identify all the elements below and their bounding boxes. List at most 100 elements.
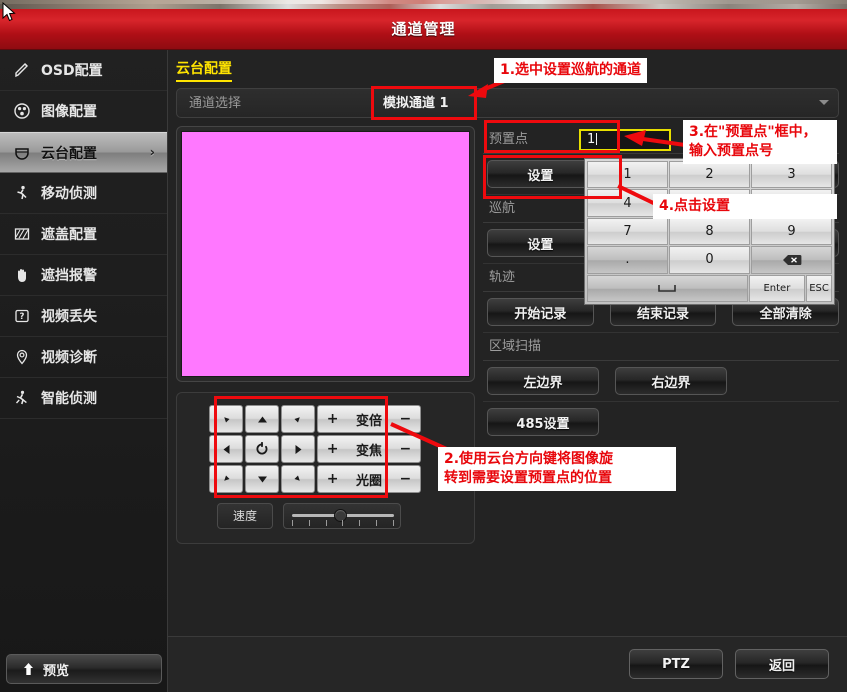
numeric-keypad-overlay[interactable]: 1 2 3 4 5 6 7 8 9 . 0 Enter ESC: [584, 158, 835, 305]
keypad-key-2[interactable]: 2: [669, 161, 750, 189]
left-boundary-button[interactable]: 左边界: [487, 367, 599, 395]
preset-set-button[interactable]: 设置: [487, 160, 594, 188]
ptz-arrow-down-right-button[interactable]: [281, 465, 315, 493]
ptz-icon: [12, 143, 32, 163]
sidebar-item-label: 视频丢失: [41, 309, 97, 325]
sidebar-item-image[interactable]: 图像配置: [0, 91, 167, 132]
keypad-key-7[interactable]: 7: [587, 217, 668, 246]
back-button[interactable]: 返回: [735, 649, 829, 679]
iris-plus-button[interactable]: +: [327, 471, 339, 487]
speed-slider-ticks: [292, 520, 394, 527]
page-title: 云台配置: [176, 58, 232, 82]
window-title: 通道管理: [391, 20, 456, 38]
zoom-plus-button[interactable]: +: [327, 411, 339, 427]
keypad-bottom-row: Enter ESC: [587, 274, 832, 302]
keypad-key-8[interactable]: 8: [669, 217, 750, 246]
ptz-arrow-up-left-button[interactable]: [209, 405, 243, 433]
diagnose-icon: [12, 347, 32, 367]
sidebar-item-label: 视频诊断: [41, 350, 97, 366]
area-scan-heading: 区域扫描: [489, 339, 542, 354]
text-caret: [596, 133, 598, 145]
sidebar-item-privacy-mask[interactable]: 遮盖配置: [0, 214, 167, 255]
iris-minus-button[interactable]: −: [400, 471, 412, 487]
ptz-zoom-control[interactable]: + 变倍 −: [317, 405, 421, 433]
footer-bar: PTZ 返回: [168, 636, 847, 692]
annotation-2: 2.使用云台方向键将图像旋 转到需要设置预置点的位置: [438, 447, 676, 491]
ptz-auto-scan-button[interactable]: [245, 435, 279, 463]
ptz-arrow-down-button[interactable]: [245, 465, 279, 493]
sidebar-item-ptz[interactable]: 云台配置 ›: [0, 132, 167, 173]
area-scan-button-row: 左边界 右边界: [483, 361, 839, 402]
preview-button[interactable]: 预览: [6, 654, 162, 684]
iris-label: 光圈: [355, 473, 382, 489]
ptz-control-panel: + 变倍 − + 变焦 − + 光圈 − 速度: [176, 392, 475, 544]
area-scan-group-header: 区域扫描: [483, 333, 839, 361]
pen-icon: [12, 60, 32, 80]
rs485-button-row: 485设置: [483, 402, 839, 442]
focus-label: 变焦: [355, 443, 382, 459]
ptz-arrow-right-button[interactable]: [281, 435, 315, 463]
focus-plus-button[interactable]: +: [327, 441, 339, 457]
speed-slider[interactable]: [283, 503, 401, 529]
sidebar-item-video-loss[interactable]: ? 视频丢失: [0, 296, 167, 337]
ptz-button[interactable]: PTZ: [629, 649, 723, 679]
keypad-key-1[interactable]: 1: [587, 161, 668, 189]
image-icon: [12, 101, 32, 121]
sidebar-item-video-diagnosis[interactable]: 视频诊断: [0, 337, 167, 378]
desktop-background-strip-top: [0, 0, 847, 4]
rs485-settings-button[interactable]: 485设置: [487, 408, 599, 436]
keypad-key-dot[interactable]: .: [587, 246, 668, 274]
video-preview-surface[interactable]: [181, 131, 470, 377]
svg-text:?: ?: [20, 312, 25, 322]
ptz-keypad: + 变倍 − + 变焦 − + 光圈 −: [209, 405, 421, 493]
motion-icon: [12, 183, 32, 203]
sidebar-item-label: 图像配置: [41, 104, 97, 120]
mask-icon: [12, 224, 32, 244]
home-arrow-icon: [21, 659, 35, 679]
sidebar-item-motion[interactable]: 移动侦测: [0, 173, 167, 214]
ptz-arrow-up-button[interactable]: [245, 405, 279, 433]
track-start-record-button[interactable]: 开始记录: [487, 298, 594, 326]
cruise-set-button[interactable]: 设置: [487, 229, 594, 257]
keypad-key-9[interactable]: 9: [751, 217, 832, 246]
ptz-arrow-left-button[interactable]: [209, 435, 243, 463]
chevron-right-icon: ›: [149, 145, 155, 160]
sidebar-item-tamper-alarm[interactable]: 遮挡报警: [0, 255, 167, 296]
track-heading: 轨迹: [489, 270, 516, 285]
sidebar-item-label: OSD配置: [41, 63, 103, 79]
sidebar-item-label: 遮盖配置: [41, 227, 97, 243]
backspace-icon[interactable]: [751, 246, 832, 274]
zoom-label: 变倍: [355, 413, 382, 429]
ptz-iris-control[interactable]: + 光圈 −: [317, 465, 421, 493]
keypad-esc-button[interactable]: ESC: [806, 274, 832, 302]
space-icon[interactable]: [587, 274, 748, 302]
speed-label: 速度: [217, 503, 273, 529]
preset-heading: 预置点: [489, 132, 529, 147]
ptz-focus-control[interactable]: + 变焦 −: [317, 435, 421, 463]
annotation-1: 1.选中设置巡航的通道: [494, 58, 648, 83]
channel-select-row[interactable]: 通道选择 模拟通道 1: [176, 88, 839, 118]
keypad-key-0[interactable]: 0: [669, 246, 750, 274]
chevron-down-icon[interactable]: [819, 100, 829, 105]
sidebar-item-label: 移动侦测: [41, 186, 97, 202]
keypad-enter-button[interactable]: Enter: [748, 274, 806, 302]
focus-minus-button[interactable]: −: [400, 441, 412, 457]
channel-select-label: 通道选择: [189, 96, 242, 111]
ptz-arrow-down-left-button[interactable]: [209, 465, 243, 493]
preview-button-label: 预览: [43, 663, 70, 679]
title-bar: 通道管理: [0, 9, 847, 50]
sidebar-item-osd[interactable]: OSD配置: [0, 50, 167, 91]
sidebar-item-label: 云台配置: [41, 145, 97, 162]
preset-point-value: 1: [587, 132, 596, 147]
sidebar-item-smart-detection[interactable]: 智能侦测: [0, 378, 167, 419]
preset-point-input[interactable]: 1: [579, 129, 671, 151]
sidebar-item-label: 遮挡报警: [41, 268, 97, 284]
zoom-minus-button[interactable]: −: [400, 411, 412, 427]
sidebar: OSD配置 图像配置 云台配置 › 移动侦测 遮盖配置 遮挡报警 ? 视频丢失 …: [0, 50, 168, 692]
hand-icon: [12, 265, 32, 285]
right-boundary-button[interactable]: 右边界: [615, 367, 727, 395]
keypad-key-3[interactable]: 3: [751, 161, 832, 189]
annotation-4: 4.点击设置: [653, 194, 837, 219]
ptz-arrow-up-right-button[interactable]: [281, 405, 315, 433]
annotation-3: 3.在"预置点"框中， 输入预置点号: [683, 120, 837, 164]
